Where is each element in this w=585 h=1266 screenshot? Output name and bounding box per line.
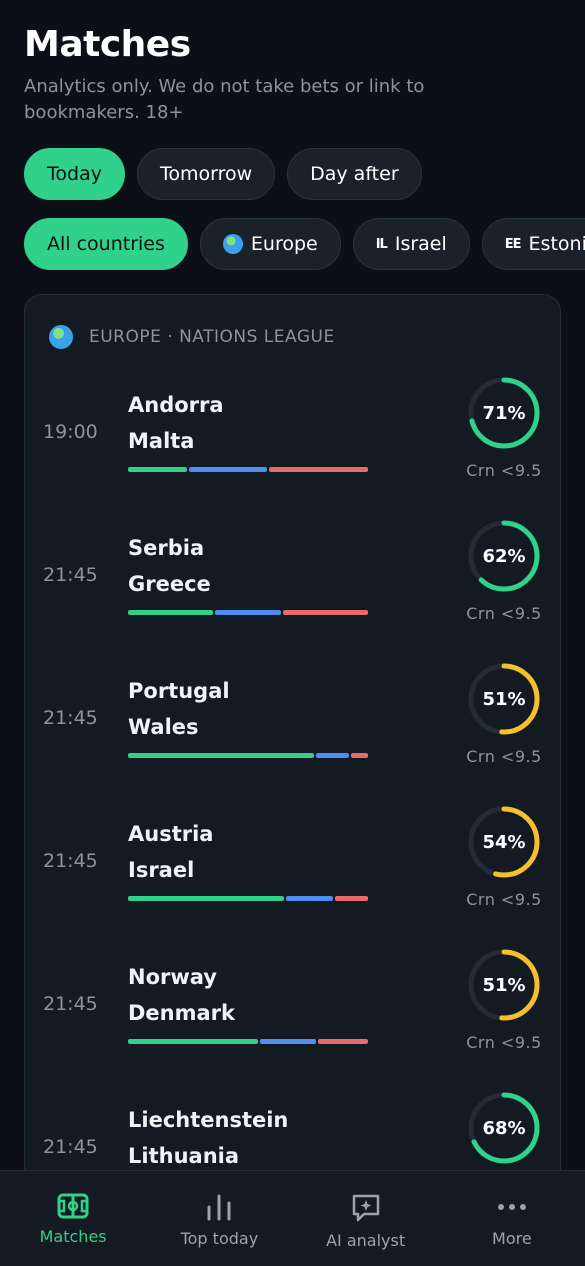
market-label: Crn <9.5 — [466, 604, 542, 623]
country-filter-row: All countries Europe IL Israel EE Estoni — [24, 218, 585, 270]
match-row[interactable]: 19:00 Andorra Malta 71% Crn <9.5 — [25, 375, 562, 495]
tab-label: AI analyst — [326, 1231, 406, 1250]
day-chip-label: Today — [47, 163, 102, 185]
country-chip-all[interactable]: All countries — [24, 218, 188, 270]
match-row[interactable]: 21:45 Austria Israel 54% Crn <9.5 — [25, 804, 562, 924]
day-chip-day-after[interactable]: Day after — [287, 148, 422, 200]
match-row[interactable]: 21:45 Serbia Greece 62% Crn <9.5 — [25, 518, 562, 638]
probability-ring: 68% — [466, 1090, 542, 1166]
globe-icon — [49, 325, 73, 349]
away-team: Denmark — [128, 1001, 235, 1025]
country-chip-label: All countries — [47, 233, 165, 255]
match-row[interactable]: 21:45 Norway Denmark 51% Crn <9.5 — [25, 947, 562, 1067]
draw-segment — [285, 896, 333, 901]
away-team: Malta — [128, 429, 195, 453]
tab-more[interactable]: More — [439, 1171, 585, 1266]
match-row[interactable]: 21:45 Portugal Wales 51% Crn <9.5 — [25, 661, 562, 781]
draw-segment — [189, 467, 267, 472]
probability-value: 62% — [482, 545, 526, 567]
win-segment — [128, 1039, 258, 1044]
tab-ai-analyst[interactable]: AI analyst — [293, 1171, 439, 1266]
probability-value: 54% — [482, 831, 526, 853]
league-header: EUROPE · NATIONS LEAGUE — [49, 325, 335, 349]
country-chip-israel[interactable]: IL Israel — [352, 218, 470, 270]
match-time: 19:00 — [43, 421, 98, 443]
away-team: Lithuania — [128, 1144, 240, 1168]
market-label: Crn <9.5 — [466, 890, 542, 909]
outcome-bar — [128, 467, 368, 472]
pitch-icon — [57, 1193, 89, 1219]
loss-segment — [318, 1039, 368, 1044]
win-segment — [128, 467, 187, 472]
match-time: 21:45 — [43, 1136, 98, 1158]
loss-segment — [283, 610, 368, 615]
market-label: Crn <9.5 — [466, 1033, 542, 1052]
country-chip-label: Europe — [250, 233, 318, 255]
match-time: 21:45 — [43, 993, 98, 1015]
probability-value: 71% — [482, 402, 526, 424]
outcome-bar — [128, 1039, 368, 1044]
loss-segment — [334, 896, 368, 901]
match-time: 21:45 — [43, 850, 98, 872]
probability-ring: 54% — [466, 804, 542, 880]
outcome-bar — [128, 896, 368, 901]
outcome-bar — [128, 610, 368, 615]
probability-ring: 71% — [466, 375, 542, 451]
disclaimer-text: Analytics only. We do not take bets or l… — [24, 76, 425, 123]
bar-chart-icon — [207, 1194, 231, 1221]
league-card: EUROPE · NATIONS LEAGUE 19:00 Andorra Ma… — [24, 294, 561, 1266]
estonia-flag-icon: EE — [504, 236, 522, 252]
israel-flag-icon: IL — [375, 236, 388, 252]
tab-label: Top today — [180, 1229, 259, 1248]
tab-label: Matches — [39, 1227, 107, 1246]
draw-segment — [259, 1039, 317, 1044]
tab-top-today[interactable]: Top today — [146, 1171, 292, 1266]
tab-label: More — [492, 1229, 532, 1248]
page-title: Matches — [24, 24, 191, 65]
away-team: Greece — [128, 572, 211, 596]
outcome-bar — [128, 753, 368, 758]
draw-segment — [214, 610, 282, 615]
bottom-tab-bar: Matches Top today AI analyst More — [0, 1170, 585, 1266]
matches-screen: Matches Analytics only. We do not take b… — [0, 0, 585, 1266]
away-team: Wales — [128, 715, 199, 739]
home-team: Austria — [128, 822, 214, 846]
home-team: Norway — [128, 965, 217, 989]
day-filter-row: Today Tomorrow Day after — [24, 148, 422, 200]
home-team: Andorra — [128, 393, 224, 417]
day-chip-today[interactable]: Today — [24, 148, 125, 200]
country-chip-europe[interactable]: Europe — [199, 218, 341, 270]
probability-value: 51% — [482, 974, 526, 996]
match-time: 21:45 — [43, 707, 98, 729]
match-time: 21:45 — [43, 564, 98, 586]
away-team: Israel — [128, 858, 195, 882]
country-chip-label: Estoni — [528, 233, 585, 255]
probability-ring: 62% — [466, 518, 542, 594]
market-label: Crn <9.5 — [466, 461, 542, 480]
probability-value: 51% — [482, 688, 526, 710]
globe-icon — [222, 234, 243, 254]
home-team: Liechtenstein — [128, 1108, 289, 1132]
day-chip-tomorrow[interactable]: Tomorrow — [136, 148, 276, 200]
chat-spark-icon — [352, 1194, 379, 1222]
loss-segment — [268, 467, 368, 472]
country-chip-label: Israel — [394, 233, 447, 255]
probability-ring: 51% — [466, 661, 542, 737]
home-team: Portugal — [128, 679, 230, 703]
tab-matches[interactable]: Matches — [0, 1171, 146, 1266]
market-label: Crn <9.5 — [466, 747, 542, 766]
win-segment — [128, 753, 315, 758]
day-chip-label: Tomorrow — [159, 163, 253, 185]
country-chip-estonia[interactable]: EE Estoni — [481, 218, 585, 270]
win-segment — [128, 896, 284, 901]
league-label: EUROPE · NATIONS LEAGUE — [89, 327, 335, 347]
more-dots-icon — [497, 1204, 526, 1210]
draw-segment — [316, 753, 350, 758]
day-chip-label: Day after — [310, 163, 399, 185]
loss-segment — [351, 753, 368, 758]
probability-ring: 51% — [466, 947, 542, 1023]
win-segment — [128, 610, 213, 615]
home-team: Serbia — [128, 536, 205, 560]
probability-value: 68% — [482, 1117, 526, 1139]
